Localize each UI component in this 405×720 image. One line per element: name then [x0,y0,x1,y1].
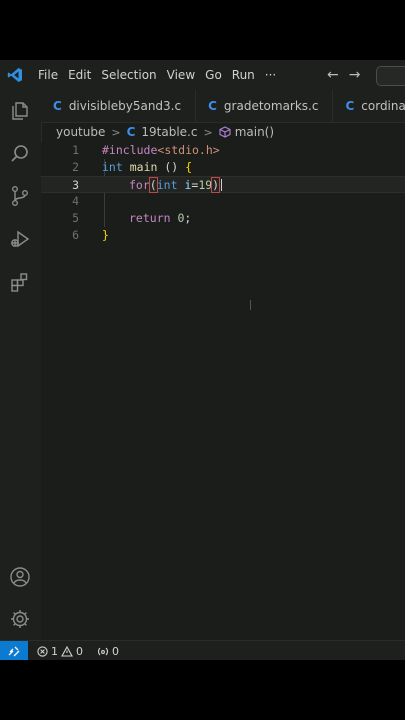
c-file-icon: C [126,125,136,139]
code-text: } [102,228,109,242]
gear-icon[interactable] [9,608,31,630]
c-file-icon: C [53,99,62,113]
c-file-icon: C [208,99,217,113]
error-count: 1 [51,644,58,658]
breadcrumb-separator: > [203,125,213,139]
tab-label: divisibleby5and3.c [68,99,182,113]
code-line: 2 int main () { [41,159,405,176]
ports-count: 0 [112,644,119,658]
editor-tabs: C divisibleby5and3.c C gradetomarks.c C … [41,90,405,123]
code-line: 1 #include<stdio.h> [41,142,405,159]
breadcrumb: youtube > C 19table.c > main() [56,122,274,142]
extensions-icon[interactable] [9,271,31,293]
vscode-logo-icon [7,67,23,83]
menu-go[interactable]: Go [200,60,227,90]
remote-icon[interactable] [0,641,28,660]
breadcrumb-file[interactable]: 19table.c [141,125,197,139]
code-line-current: 3 for(int i=19) [41,176,405,193]
run-debug-icon[interactable] [9,228,31,250]
symbol-method-icon [219,126,231,138]
ports-icon [97,647,109,655]
c-file-icon: C [345,99,355,113]
files-icon[interactable] [9,100,31,122]
source-control-icon[interactable] [9,185,31,207]
menu-view[interactable]: View [162,60,200,90]
breadcrumb-symbol[interactable]: main() [235,125,274,139]
command-center-search[interactable] [376,66,405,86]
back-arrow-icon[interactable]: ← [327,67,339,83]
ports-indicator[interactable]: 0 [97,645,119,658]
menu-run[interactable]: Run [227,60,260,90]
code-text: for(int i=19) [129,177,221,193]
error-icon [37,645,48,657]
title-bar: File Edit Selection View Go Run ··· ← → [0,60,405,91]
text-cursor [221,179,222,191]
code-line: 4 [41,193,405,210]
warning-icon [61,645,73,657]
menu-file[interactable]: File [33,60,63,90]
line-number: 2 [72,160,79,174]
line-number: 4 [72,194,79,208]
breadcrumb-separator: > [111,125,121,139]
menu-edit[interactable]: Edit [63,60,96,90]
account-icon[interactable] [9,566,31,588]
menu-more[interactable]: ··· [260,60,281,90]
breadcrumb-folder[interactable]: youtube [56,125,105,139]
status-bar: 1 0 0 [0,640,405,660]
vscode-window: File Edit Selection View Go Run ··· ← → [0,60,405,660]
line-number: 1 [72,143,79,157]
activity-bar [0,90,42,640]
line-number: 3 [72,178,79,192]
problems-indicator[interactable]: 1 0 [37,645,83,658]
line-number: 5 [72,211,79,225]
tab-gradetomarks[interactable]: C gradetomarks.c [196,90,334,122]
forward-arrow-icon[interactable]: → [349,67,361,83]
menu-selection[interactable]: Selection [96,60,161,90]
mouse-text-cursor [250,300,251,310]
warning-count: 0 [76,644,83,658]
search-icon[interactable] [9,143,31,165]
code-text: return 0; [129,211,192,225]
code-line: 5 return 0; [41,210,405,227]
tab-cordinates[interactable]: C cordinates. [333,90,405,122]
line-number: 6 [72,228,79,242]
tab-label: gradetomarks.c [223,99,319,113]
code-line: 6 } [41,227,405,244]
tab-label: cordinates. [361,99,405,113]
code-text: #include<stdio.h> [102,143,220,157]
navigation-arrows: ← → [327,60,360,90]
tab-divisibleby5and3[interactable]: C divisibleby5and3.c [41,90,197,122]
code-editor[interactable]: 1 #include<stdio.h> 2 int main () { 3 fo… [41,142,405,640]
code-text: int main () { [102,160,193,174]
